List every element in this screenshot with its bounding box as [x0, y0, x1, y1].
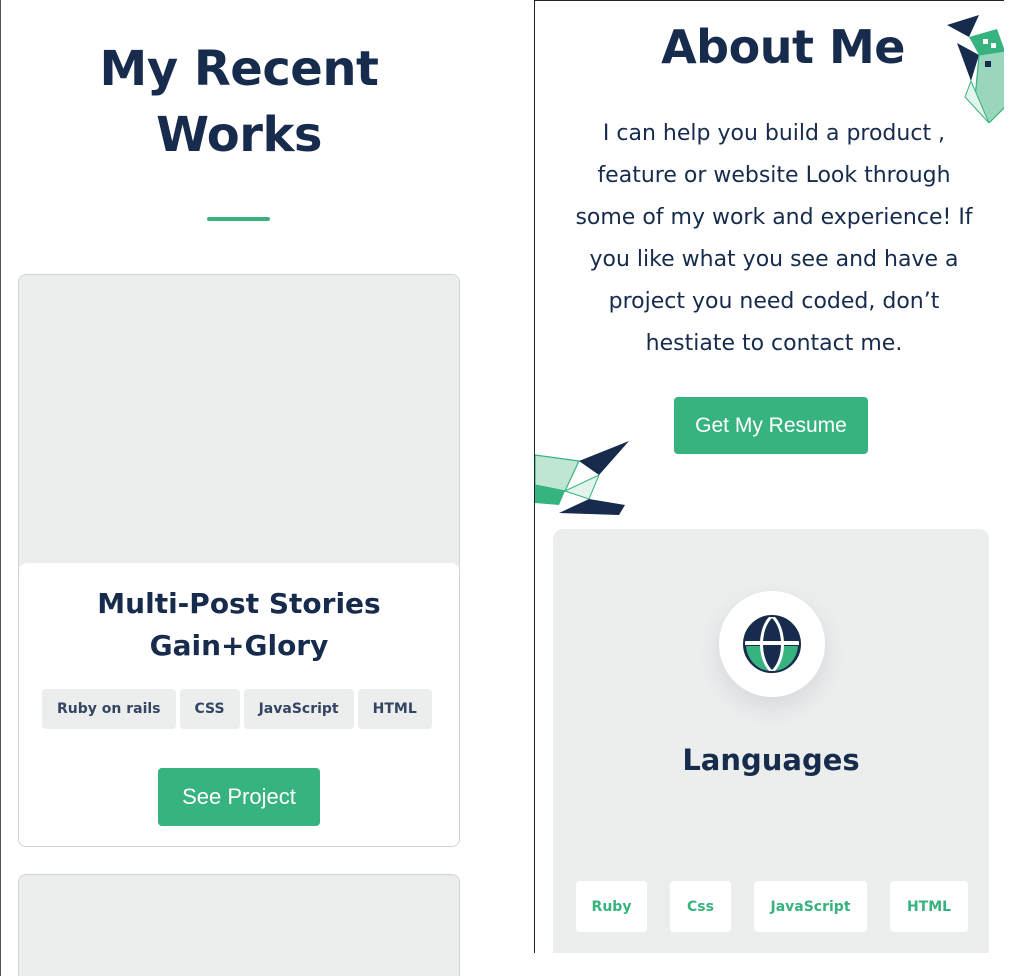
languages-title: Languages [682, 743, 860, 777]
project-image-placeholder [19, 275, 459, 563]
languages-card: Languages Ruby Css JavaScript HTML [553, 529, 989, 953]
about-description: I can help you build a product , feature… [543, 113, 1004, 365]
works-title: My Recent Works [1, 36, 477, 168]
lang-tag-javascript: JavaScript [754, 881, 867, 932]
origami-crane-decoration [535, 441, 629, 515]
languages-list: Ruby Css JavaScript HTML [576, 881, 968, 932]
about-title: About Me [661, 20, 905, 74]
tag-javascript: JavaScript [243, 689, 354, 729]
lang-tag-ruby: Ruby [576, 881, 647, 932]
about-line-1: I can help you build a product , [602, 121, 946, 146]
works-title-line2: Works [156, 107, 322, 163]
about-panel: About Me I can help you build a product … [534, 0, 1004, 953]
about-line-4: you like what you see and have a [589, 247, 959, 272]
tag-css: CSS [179, 689, 240, 729]
tag-html: HTML [357, 689, 432, 729]
about-line-6: hestiate to contact me. [645, 331, 903, 356]
project-title-line1: Multi-Post Stories [97, 587, 381, 620]
title-divider [207, 217, 270, 221]
lang-tag-html: HTML [890, 881, 968, 932]
about-line-3: some of my work and experience! If [575, 205, 973, 230]
globe-icon [743, 614, 801, 674]
recent-works-panel: My Recent Works Multi-Post Stories Gain+… [0, 0, 478, 976]
project-card-body: Multi-Post Stories Gain+Glory Ruby on ra… [19, 563, 459, 846]
about-line-5: project you need coded, don’t [608, 289, 940, 314]
project-card: Multi-Post Stories Gain+Glory Ruby on ra… [18, 274, 460, 847]
tag-ruby-on-rails: Ruby on rails [42, 689, 176, 729]
project-title: Multi-Post Stories Gain+Glory [19, 583, 459, 667]
globe-icon-badge [719, 591, 825, 697]
project-card-next [18, 874, 460, 976]
about-line-2: feature or website Look through [597, 163, 951, 188]
project-title-line2: Gain+Glory [149, 629, 329, 662]
get-resume-button[interactable]: Get My Resume [674, 397, 868, 454]
works-title-line1: My Recent [99, 41, 379, 97]
lang-tag-css: Css [670, 881, 731, 932]
see-project-button[interactable]: See Project [158, 768, 320, 826]
project-tags: Ruby on rails CSS JavaScript HTML [42, 689, 432, 729]
